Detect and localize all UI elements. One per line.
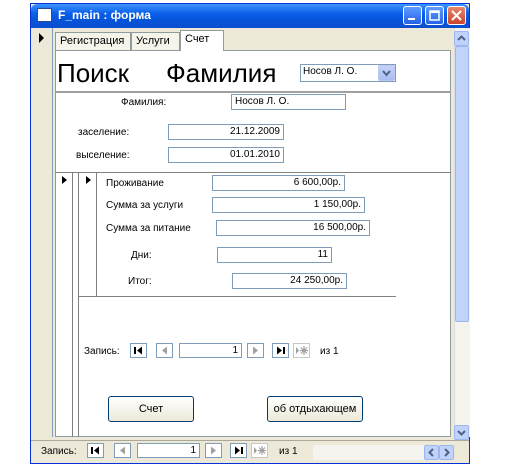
checkin-field[interactable]: 21.12.2009	[168, 124, 284, 140]
tab-services[interactable]: Услуги	[131, 32, 180, 50]
tab-label: Регистрация	[60, 35, 125, 47]
last-record-button[interactable]	[272, 343, 289, 358]
tab-label: Услуги	[136, 35, 170, 47]
record-label: Запись:	[41, 446, 77, 457]
tab-bill[interactable]: Счет	[180, 30, 224, 51]
next-record-button[interactable]	[247, 343, 264, 358]
new-record-button[interactable]	[293, 343, 310, 358]
prev-record-icon	[120, 446, 125, 455]
total-field[interactable]: 24 250,00р.	[232, 273, 347, 289]
new-record-button[interactable]	[251, 443, 268, 458]
surname-combo-value: Носов Л. О.	[303, 66, 358, 77]
services-label: Сумма за услуги	[106, 200, 184, 211]
new-record-icon	[296, 346, 308, 355]
chevron-down-icon	[457, 430, 466, 436]
last-record-icon	[235, 446, 243, 455]
chevron-up-icon	[457, 35, 466, 41]
next-record-button[interactable]	[205, 443, 222, 458]
close-button[interactable]	[447, 6, 466, 25]
first-record-icon	[134, 346, 142, 355]
next-record-icon	[253, 346, 258, 355]
services-field[interactable]: 1 150,00р.	[212, 197, 365, 213]
total-label: Итог:	[128, 276, 152, 287]
checkin-label: заселение:	[78, 127, 130, 138]
subform-top-border	[55, 172, 451, 173]
minimize-button[interactable]	[403, 6, 422, 25]
maximize-button[interactable]	[425, 6, 444, 25]
record-pointer-icon	[62, 176, 67, 184]
lodging-field[interactable]: 6 600,00р.	[212, 175, 345, 191]
subform-record-count: из 1	[320, 346, 339, 357]
subform-record-number[interactable]: 1	[179, 343, 242, 358]
close-icon	[451, 10, 462, 21]
record-pointer-icon	[39, 33, 44, 43]
search-heading: Поиск	[57, 58, 130, 88]
subform-record-label: Запись:	[84, 346, 120, 357]
scroll-thumb[interactable]	[455, 46, 469, 322]
first-record-icon	[91, 446, 99, 455]
checkout-field[interactable]: 01.01.2010	[168, 147, 284, 163]
minimize-icon	[408, 18, 415, 20]
prev-record-button[interactable]	[114, 443, 131, 458]
tab-label: Счет	[185, 33, 210, 45]
food-field[interactable]: 16 500,00р.	[216, 220, 370, 236]
days-field[interactable]: 11	[217, 247, 332, 263]
new-record-icon	[254, 446, 266, 455]
scroll-left-button[interactable]	[424, 445, 439, 460]
record-selector-bar[interactable]	[34, 28, 53, 437]
maximize-icon	[429, 10, 440, 21]
surname-field[interactable]: Носов Л. О.	[231, 94, 346, 110]
window-title: F_main : форма	[58, 8, 151, 22]
chevron-down-icon	[382, 70, 391, 77]
first-record-button[interactable]	[87, 443, 104, 458]
scroll-down-button[interactable]	[454, 425, 469, 440]
chevron-left-icon	[428, 448, 434, 457]
lodging-label: Проживание	[106, 178, 164, 189]
prev-record-button[interactable]	[156, 343, 173, 358]
last-record-icon	[277, 346, 285, 355]
first-record-button[interactable]	[130, 343, 147, 358]
form-icon	[37, 8, 52, 22]
scroll-up-button[interactable]	[454, 31, 469, 46]
days-label: Дни:	[131, 250, 152, 261]
header-divider	[55, 91, 451, 93]
prev-record-icon	[162, 346, 167, 355]
next-record-icon	[211, 446, 216, 455]
tab-registration[interactable]: Регистрация	[55, 32, 131, 50]
bill-button[interactable]: Счет	[108, 396, 194, 422]
chevron-right-icon	[444, 448, 450, 457]
guest-info-button[interactable]: об отдыхающем	[267, 396, 363, 422]
combo-dropdown-button[interactable]	[378, 65, 395, 81]
record-number[interactable]: 1	[137, 443, 200, 458]
checkout-label: выселение:	[76, 150, 130, 161]
scroll-right-button[interactable]	[439, 445, 454, 460]
subform-selector-bar[interactable]	[72, 172, 79, 437]
surname-heading: Фамилия	[166, 58, 277, 88]
food-label: Сумма за питание	[106, 223, 191, 234]
subform-inner-divider	[96, 172, 97, 296]
subform-bottom-line	[78, 296, 396, 297]
last-record-button[interactable]	[230, 443, 247, 458]
surname-field-label: Фамилия:	[121, 97, 167, 108]
record-count: из 1	[279, 446, 298, 457]
record-pointer-icon	[86, 176, 91, 184]
